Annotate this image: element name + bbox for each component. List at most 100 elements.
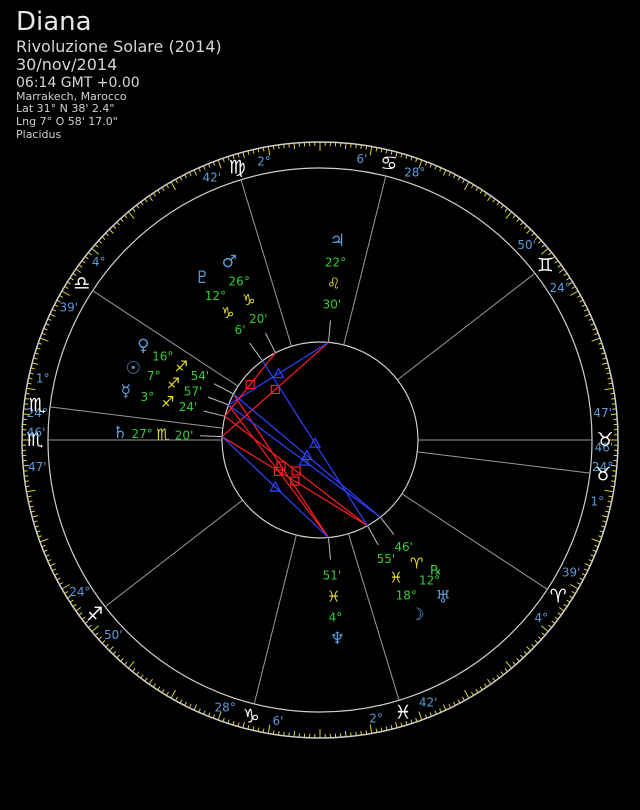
degree-tick xyxy=(39,538,49,543)
house-cusp-sign: ♐ xyxy=(86,604,103,626)
aspect-trine-line xyxy=(221,436,329,539)
degree-tick xyxy=(170,181,176,190)
planet-sign: ♐ xyxy=(167,375,180,393)
degree-tick xyxy=(526,228,532,234)
house-cusps xyxy=(48,175,592,705)
degree-tick xyxy=(128,211,135,219)
planet-minutes: 20' xyxy=(249,312,268,326)
degree-tick xyxy=(170,690,176,699)
degree-tick xyxy=(148,195,153,202)
house-cusp-minutes: 47' xyxy=(28,460,47,474)
planet-pointer xyxy=(249,342,263,361)
planet-degree: 12° xyxy=(205,289,226,303)
house-cusp-degree: 1° xyxy=(36,372,50,386)
house-cusp-minutes: 50' xyxy=(104,628,123,642)
house-cusp-minutes: 6' xyxy=(357,152,368,166)
house-cusp-minutes: 46' xyxy=(27,426,46,440)
planet-minutes: 57' xyxy=(184,384,203,398)
house-cusp-degree: 2° xyxy=(369,711,383,725)
planet-degree: 16° xyxy=(152,349,173,363)
planet-degree: 27° xyxy=(131,427,152,441)
planet-minutes: 30' xyxy=(323,298,342,312)
planet-sign: ♑ xyxy=(221,304,234,322)
degree-tick xyxy=(601,362,608,365)
degree-tick xyxy=(464,690,470,699)
degree-tick xyxy=(487,678,492,685)
degree-tick xyxy=(193,704,198,711)
planet-glyph: ♃ xyxy=(330,231,345,251)
planet-degree: 3° xyxy=(140,390,154,404)
degree-tick xyxy=(570,584,579,590)
planet-degree: 18° xyxy=(396,589,417,603)
degree-tick xyxy=(369,724,373,734)
degree-tick xyxy=(193,169,198,176)
aspect-trine-line xyxy=(233,393,381,518)
house-cusp-line xyxy=(343,175,387,346)
house-cusp-sign: ♉ xyxy=(596,429,613,451)
degree-tick xyxy=(418,711,423,721)
house-cusp-sign: ♓ xyxy=(394,702,411,724)
degree-tick xyxy=(344,143,347,150)
degree-tick xyxy=(108,646,114,652)
aspect-lines xyxy=(221,341,381,539)
planet-minutes: 54' xyxy=(191,369,210,383)
degree-tick xyxy=(26,489,36,493)
planet-labels: ♃22°♌30'♄ 27° ♏ 20'☿ 3° ♐ 24'☉ 7° ♐ 57'♀16°♐54'♇1… xyxy=(112,231,450,649)
degree-tick xyxy=(75,607,82,612)
degree-tick xyxy=(91,248,99,255)
house-cusp-line xyxy=(92,290,239,387)
degree-tick xyxy=(442,704,447,711)
house-cusp-degree: 28° xyxy=(404,165,425,179)
house-cusp-line xyxy=(417,451,591,474)
planet-pointer xyxy=(207,396,229,406)
planet-pointer xyxy=(367,525,379,546)
house-cusp-degree: 4° xyxy=(534,611,548,625)
aspect-square-line xyxy=(228,404,329,538)
planet-glyph: ♅ xyxy=(435,588,450,608)
degree-tick xyxy=(604,387,614,391)
planet-sign: ♑ xyxy=(242,291,255,309)
planet-pointer xyxy=(203,410,226,417)
house-cusp-degree: 1° xyxy=(590,495,604,509)
planet-glyph: ♀ xyxy=(137,336,149,356)
planet-degree: 26° xyxy=(229,274,250,288)
degree-tick xyxy=(344,730,347,737)
planet-pointer xyxy=(213,383,234,395)
degree-tick xyxy=(526,646,532,652)
house-cusp-degree: 2° xyxy=(257,155,271,169)
planet-glyph: ☽ xyxy=(409,605,424,625)
degree-tick xyxy=(217,159,222,169)
planet-minutes: 6' xyxy=(235,323,246,337)
aspect-square-line xyxy=(224,352,276,417)
degree-tick xyxy=(61,290,70,296)
planet-glyph: ♄ xyxy=(112,423,127,443)
aspect-square-line xyxy=(224,415,368,527)
planet-sign: ♐ xyxy=(175,357,188,375)
house-cusp-minutes: 50' xyxy=(517,238,536,252)
degree-tick xyxy=(128,661,135,669)
planet-glyph: ☉ xyxy=(126,358,141,378)
planet-glyph: ☿ xyxy=(121,382,131,402)
planet-minutes: 51' xyxy=(323,569,342,583)
house-cusp-sign: ♈ xyxy=(550,586,567,608)
aspect-square-line xyxy=(232,393,330,538)
planet-degree: 7° xyxy=(147,369,161,383)
chart-wheel: 24°♏47'24°♐50'28° ♑ 6' 2° ♓ 42'4°♈39'1°♉46'24… xyxy=(21,141,619,739)
planet-sign: ♏ xyxy=(156,426,170,444)
degree-tick xyxy=(464,181,470,190)
planet-degree: 22° xyxy=(325,256,346,270)
planet-pointer xyxy=(265,332,276,353)
degree-tick xyxy=(570,290,579,296)
degree-tick xyxy=(26,387,36,391)
planet-minutes: 24' xyxy=(179,400,198,414)
planet-pointer xyxy=(200,435,223,438)
degree-tick xyxy=(584,313,591,318)
degree-tick xyxy=(601,515,608,518)
planet-sign: ♓ xyxy=(389,568,402,586)
aspect-square-line xyxy=(221,436,368,527)
house-cusp-sign: ♍ xyxy=(229,156,246,178)
house-cusp-line xyxy=(253,534,297,705)
degree-tick xyxy=(505,211,512,219)
planet-minutes: 20' xyxy=(175,428,194,442)
planet-minutes: 55' xyxy=(377,552,396,566)
